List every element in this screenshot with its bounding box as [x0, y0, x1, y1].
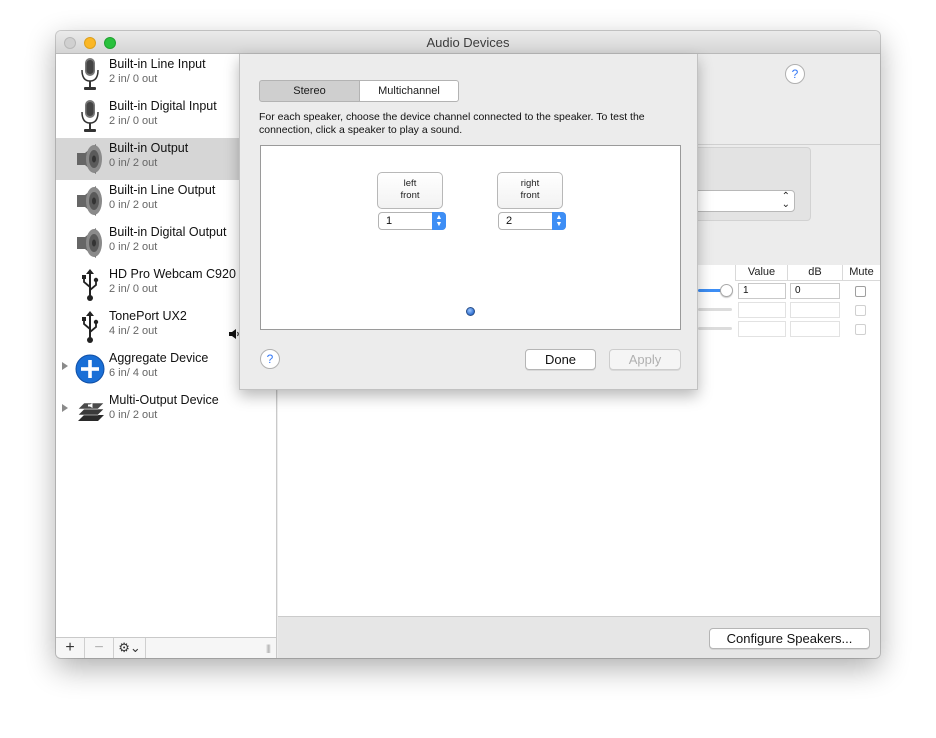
mute-checkbox-disabled [855, 305, 866, 316]
channel-value: 2 [506, 215, 513, 227]
remove-device-button[interactable]: − [85, 638, 114, 658]
device-io: 2 in/ 0 out [109, 73, 158, 85]
gear-menu-button[interactable]: ⚙⌄ [114, 638, 146, 658]
speaker-layout-area: left front 1 ▲ ▼ right front 2 ▲ ▼ [260, 145, 681, 330]
device-io: 0 in/ 2 out [109, 409, 158, 421]
device-name: Aggregate Device [109, 351, 209, 365]
volume-slider-track-disabled [698, 327, 732, 330]
device-name: Built-in Digital Input [109, 99, 217, 113]
window-title: Audio Devices [426, 35, 510, 50]
device-io: 2 in/ 0 out [109, 115, 158, 127]
value-field-disabled [738, 321, 786, 337]
resize-grip-icon[interactable]: ||| [266, 643, 271, 653]
column-header-db[interactable]: dB [787, 265, 842, 281]
mute-checkbox[interactable] [855, 286, 866, 297]
db-field-disabled [790, 302, 840, 318]
channel-value: 1 [386, 215, 393, 227]
device-io: 6 in/ 4 out [109, 367, 158, 379]
microphone-icon [81, 58, 99, 90]
value-field[interactable]: 1 [738, 283, 786, 299]
value-field-disabled [738, 302, 786, 318]
volume-slider-knob[interactable] [720, 284, 733, 297]
db-field[interactable]: 0 [790, 283, 840, 299]
title-bar: Audio Devices [56, 31, 880, 54]
speaker-label: front [520, 190, 540, 201]
device-io: 0 in/ 2 out [109, 157, 158, 169]
add-device-button[interactable]: + [56, 638, 85, 658]
sidebar-toolbar: + − ⚙⌄ ||| [56, 637, 277, 658]
right-front-speaker-button[interactable]: right front [497, 172, 563, 209]
updown-chevron-icon: ▲ ▼ [552, 212, 566, 230]
speaker-label: left [403, 178, 417, 189]
speaker-icon [77, 228, 102, 258]
multi-output-icon [77, 402, 105, 421]
device-name: HD Pro Webcam C920 [109, 267, 236, 281]
left-front-speaker-button[interactable]: left front [377, 172, 443, 209]
device-name: Built-in Digital Output [109, 225, 227, 239]
speaker-label: right [520, 178, 540, 189]
updown-chevron-icon: ▲ ▼ [432, 212, 446, 230]
db-field-disabled [790, 321, 840, 337]
column-header-mute[interactable]: Mute [842, 265, 880, 281]
device-name: TonePort UX2 [109, 309, 187, 323]
mute-checkbox-disabled [855, 324, 866, 335]
configure-speakers-sheet: Stereo Multichannel For each speaker, ch… [239, 54, 698, 390]
right-channel-popup[interactable]: 2 ▲ ▼ [498, 212, 566, 230]
device-item[interactable]: Multi-Output Device 0 in/ 2 out [56, 390, 277, 432]
left-channel-popup[interactable]: 1 ▲ ▼ [378, 212, 446, 230]
help-button[interactable]: ? [785, 64, 805, 84]
aggregate-plus-icon [75, 354, 105, 384]
tab-stereo[interactable]: Stereo [259, 80, 360, 102]
volume-slider-track-disabled [698, 308, 732, 311]
device-io: 0 in/ 2 out [109, 241, 158, 253]
configure-speakers-button[interactable]: Configure Speakers... [709, 628, 870, 649]
speaker-icon [77, 144, 102, 174]
instructions-text: For each speaker, choose the device chan… [259, 111, 645, 136]
device-name: Built-in Output [109, 141, 189, 155]
disclosure-triangle-icon[interactable] [62, 362, 68, 370]
device-name: Built-in Line Input [109, 57, 206, 71]
device-name: Built-in Line Output [109, 183, 216, 197]
apply-button[interactable]: Apply [609, 349, 681, 370]
device-name: Multi-Output Device [109, 393, 219, 407]
tab-multichannel[interactable]: Multichannel [359, 80, 459, 102]
usb-icon [82, 311, 99, 343]
device-io: 4 in/ 2 out [109, 325, 158, 337]
usb-icon [82, 269, 99, 301]
sheet-help-button[interactable]: ? [260, 349, 280, 369]
speaker-label: front [400, 190, 420, 201]
microphone-icon [81, 100, 99, 132]
column-header-value[interactable]: Value [735, 265, 787, 281]
device-io: 2 in/ 0 out [109, 283, 158, 295]
device-io: 0 in/ 2 out [109, 199, 158, 211]
listener-position-icon [466, 307, 475, 316]
speaker-icon [77, 186, 102, 216]
disclosure-triangle-icon[interactable] [62, 404, 68, 412]
done-button[interactable]: Done [525, 349, 596, 370]
updown-chevron-icon: ⌃ ⌄ [781, 191, 790, 210]
